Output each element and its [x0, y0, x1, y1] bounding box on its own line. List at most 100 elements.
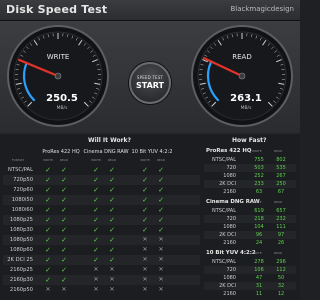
will-it-work-row: 2160p50 ✕ ✕ ✕ ✕ ✕ ✕ [3, 285, 200, 295]
will-it-work-group-header: 10 Bit YUV 4:2:2 [131, 149, 173, 155]
check-icon: ✓ [61, 236, 67, 244]
cross-icon: ✕ [142, 236, 148, 243]
check-icon: ✓ [61, 256, 67, 264]
how-fast-read-value: 97 [277, 232, 285, 238]
disk-speed-test-window: Disk Speed Test Blackmagicdesign WRITE 25… [0, 0, 300, 300]
cross-icon: ✕ [158, 246, 164, 253]
check-icon: ✓ [93, 256, 99, 264]
how-fast-row-label: 2160 [223, 189, 236, 195]
check-icon: ✓ [45, 226, 51, 234]
format-column-header: FORMAT [11, 158, 25, 162]
check-icon: ✓ [93, 226, 99, 234]
check-icon: ✓ [61, 246, 67, 254]
how-fast-write-value: 252 [254, 173, 264, 179]
how-fast-read-value: 232 [276, 216, 286, 222]
cross-icon: ✕ [142, 286, 148, 293]
check-icon: ✓ [93, 206, 99, 214]
check-icon: ✓ [45, 246, 51, 254]
how-fast-group-title: 10 Bit YUV 4:2:2 [206, 250, 256, 256]
check-icon: ✓ [93, 246, 99, 254]
cross-icon: ✕ [45, 286, 51, 293]
how-fast-row: NTSC/PAL 755 802 [204, 156, 296, 164]
how-fast-row-label: 1080 [223, 224, 236, 230]
will-it-work-sub-header: WRITE [140, 158, 150, 162]
cross-icon: ✕ [158, 236, 164, 243]
will-it-work-row: 1080p30 ✓ ✓ ✓ ✓ ✓ ✓ [3, 225, 200, 235]
format-label: 1080i60 [11, 207, 33, 213]
check-icon: ✓ [93, 186, 99, 194]
check-icon: ✓ [109, 246, 115, 254]
format-label: 720p50 [13, 177, 33, 183]
how-fast-row: 1080 47 50 [204, 274, 296, 282]
check-icon: ✓ [61, 226, 67, 234]
check-icon: ✓ [109, 196, 115, 204]
check-icon: ✓ [93, 236, 99, 244]
how-fast-read-value: 50 [277, 275, 285, 281]
how-fast-row: 720 106 112 [204, 266, 296, 274]
how-fast-row-label: 1080 [223, 275, 236, 281]
check-icon: ✓ [93, 216, 99, 224]
how-fast-read-value: 112 [276, 267, 286, 273]
will-it-work-sub-header: READ [107, 158, 117, 162]
check-icon: ✓ [142, 216, 148, 224]
format-label: 1080p25 [9, 217, 33, 223]
how-fast-row: 720 503 535 [204, 164, 296, 172]
read-gauge-label: READ [232, 53, 251, 61]
how-fast-row: 2K DCI 31 32 [204, 282, 296, 290]
check-icon: ✓ [61, 186, 67, 194]
how-fast-write-value: 104 [254, 224, 264, 230]
how-fast-row-label: 2K DCI [219, 181, 236, 187]
check-icon: ✓ [61, 196, 67, 204]
how-fast-row-label: NTSC/PAL [211, 157, 236, 163]
will-it-work-group-header: Cinema DNG RAW [83, 149, 129, 155]
check-icon: ✓ [109, 216, 115, 224]
check-icon: ✓ [61, 276, 67, 284]
check-icon: ✓ [61, 206, 67, 214]
format-label: 1080p30 [9, 227, 33, 233]
how-fast-read-value: 12 [277, 291, 285, 297]
check-icon: ✓ [158, 216, 164, 224]
check-icon: ✓ [45, 256, 51, 264]
format-label: 2160p30 [9, 277, 33, 283]
how-fast-row-label: 2160 [223, 240, 236, 246]
will-it-work-row: 1080i60 ✓ ✓ ✓ ✓ ✓ ✓ [3, 205, 200, 215]
how-fast-write-value: 31 [255, 283, 263, 289]
check-icon: ✓ [158, 226, 164, 234]
check-icon: ✓ [142, 186, 148, 194]
check-icon: ✓ [142, 176, 148, 184]
will-it-work-row: NTSC/PAL ✓ ✓ ✓ ✓ ✓ ✓ [3, 165, 200, 175]
check-icon: ✓ [142, 166, 148, 174]
how-fast-row-label: 720 [226, 267, 236, 273]
how-fast-write-value: 47 [255, 275, 263, 281]
cross-icon: ✕ [93, 266, 99, 273]
how-fast-row: 2160 11 12 [204, 290, 296, 298]
cross-icon: ✕ [142, 246, 148, 253]
how-fast-write-value: 106 [254, 267, 264, 273]
how-fast-write-value: 63 [255, 189, 263, 195]
write-gauge-value: 250.5 [46, 93, 78, 104]
start-button[interactable]: SPEED TEST START [129, 62, 171, 104]
format-label: 2K DCI 25 [7, 257, 33, 263]
how-fast-read-value: 802 [276, 157, 286, 163]
how-fast-read-value: 250 [276, 181, 286, 187]
format-label: NTSC/PAL [8, 167, 33, 173]
check-icon: ✓ [158, 166, 164, 174]
how-fast-write-value: 233 [254, 181, 264, 187]
title-bar[interactable]: Disk Speed Test Blackmagicdesign [0, 0, 300, 21]
cross-icon: ✕ [142, 266, 148, 273]
how-fast-write-value: 11 [255, 291, 263, 297]
check-icon: ✓ [158, 176, 164, 184]
check-icon: ✓ [158, 196, 164, 204]
will-it-work-title: Will It Work? [88, 137, 132, 144]
check-icon: ✓ [93, 166, 99, 174]
how-fast-sub-header: WRITE [252, 251, 262, 255]
how-fast-read-value: 111 [276, 224, 286, 230]
results-tables: Will It Work? ProRes 422 HQ Cinema DNG RAW… [0, 134, 300, 300]
how-fast-sub-header: WRITE [252, 200, 262, 204]
how-fast-read-value: 535 [276, 165, 286, 171]
check-icon: ✓ [109, 226, 115, 234]
check-icon: ✓ [61, 266, 67, 274]
how-fast-row: 720 218 232 [204, 215, 296, 223]
how-fast-row: 2K DCI 96 97 [204, 231, 296, 239]
how-fast-sub-header: READ [274, 200, 283, 204]
